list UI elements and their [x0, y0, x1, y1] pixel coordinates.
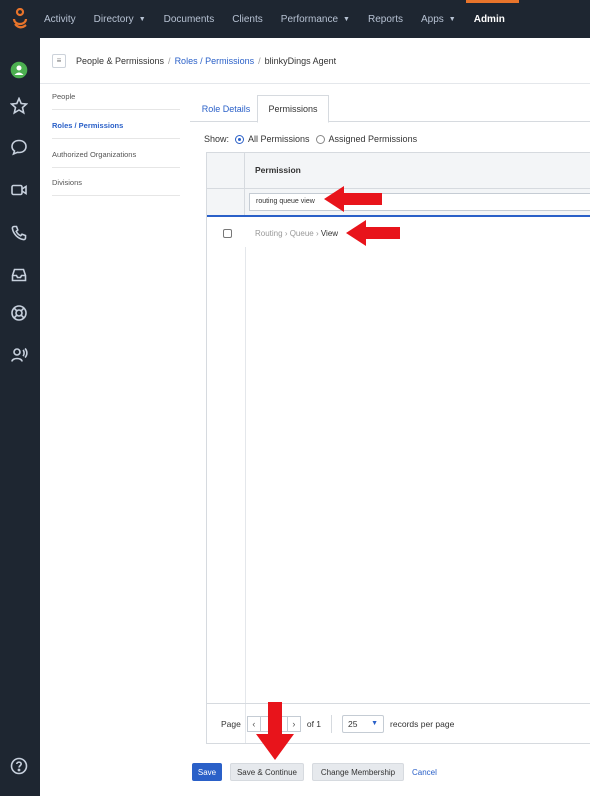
permission-column-header[interactable]: Permission	[255, 165, 301, 175]
arrow-down-icon	[256, 702, 294, 760]
breadcrumb-section: People & Permissions	[76, 55, 165, 66]
permission-domain: Routing	[255, 229, 283, 238]
left-rail	[0, 38, 40, 796]
arrow-left-icon	[346, 220, 400, 246]
voice-user-icon[interactable]	[9, 345, 29, 365]
page-label: Page	[221, 718, 241, 729]
star-icon[interactable]	[9, 96, 29, 116]
nav-performance[interactable]: Performance ▼	[281, 0, 350, 38]
sidebar-item-authorized-organizations[interactable]: Authorized Organizations	[52, 150, 180, 168]
row-checkbox[interactable]	[223, 229, 232, 238]
page-size-select[interactable]: 25 ▼	[342, 714, 385, 733]
permission-entity: Queue	[289, 229, 314, 238]
sidebar-item-people[interactable]: People	[52, 92, 180, 110]
table-header: Permission	[207, 153, 590, 189]
caret-down-icon: ▼	[448, 15, 456, 23]
select-column-header	[207, 153, 245, 189]
chat-icon[interactable]	[9, 137, 29, 157]
show-label: Show:	[204, 134, 230, 144]
genesys-logo-icon[interactable]	[10, 7, 30, 30]
permission-action: View	[320, 229, 339, 238]
column-divider	[245, 247, 246, 743]
tab-permissions[interactable]: Permissions	[257, 95, 329, 123]
all-permissions-radio[interactable]	[235, 134, 245, 144]
pager-divider	[331, 714, 333, 733]
all-permissions-label[interactable]: All Permissions	[248, 134, 310, 144]
breadcrumb: ≡ People & Permissions / Roles / Permiss…	[40, 38, 590, 84]
user-status-icon[interactable]	[9, 60, 29, 80]
tab-role-details[interactable]: Role Details	[196, 95, 256, 122]
caret-down-icon: ▼	[138, 15, 146, 23]
inbox-icon[interactable]	[9, 265, 29, 285]
sidebar-item-roles-permissions[interactable]: Roles / Permissions	[52, 121, 180, 139]
save-and-continue-button[interactable]: Save & Continue	[230, 763, 304, 781]
save-button[interactable]: Save	[192, 763, 222, 781]
help-icon[interactable]	[9, 756, 29, 776]
page-size-value: 25	[348, 718, 358, 729]
top-nav: Activity Directory ▼ Documents Clients Pe…	[0, 0, 590, 38]
nav-documents[interactable]: Documents	[164, 0, 215, 38]
change-membership-button[interactable]: Change Membership	[312, 763, 404, 781]
permission-filter-input[interactable]: routing queue view	[249, 193, 590, 211]
tab-bar: Role Details Permissions	[190, 90, 590, 123]
sidebar-item-divisions[interactable]: Divisions	[52, 178, 180, 196]
permission-path: Routing › Queue › View	[255, 229, 338, 238]
page-count: of 1	[306, 718, 322, 729]
nav-apps[interactable]: Apps ▼	[421, 0, 456, 38]
cancel-link[interactable]: Cancel	[412, 768, 437, 777]
main-content: Role Details Permissions Show: All Permi…	[190, 84, 590, 796]
phone-icon[interactable]	[9, 223, 29, 243]
page: Activity Directory ▼ Documents Clients Pe…	[0, 0, 590, 796]
breadcrumb-separator: /	[168, 55, 171, 66]
nav-admin[interactable]: Admin	[465, 0, 519, 38]
menu-toggle-button[interactable]: ≡	[52, 53, 66, 68]
show-filter: Show: All Permissions Assigned Permissio…	[204, 134, 417, 144]
life-ring-icon[interactable]	[9, 303, 29, 323]
caret-down-icon: ▼	[343, 15, 350, 23]
filter-row: routing queue view	[207, 189, 590, 217]
nav-clients[interactable]: Clients	[232, 0, 263, 38]
breadcrumb-current: blinkyDings Agent	[264, 55, 337, 66]
action-bar: Save Save & Continue Change Membership C…	[190, 760, 590, 784]
assigned-permissions-radio[interactable]	[315, 134, 325, 144]
assigned-permissions-label[interactable]: Assigned Permissions	[329, 134, 418, 144]
breadcrumb-roles-link[interactable]: Roles / Permissions	[175, 56, 255, 66]
nav-directory[interactable]: Directory ▼	[94, 0, 146, 38]
hamburger-icon: ≡	[56, 56, 62, 65]
nav-reports[interactable]: Reports	[368, 0, 403, 38]
nav-menu: Activity Directory ▼ Documents Clients Pe…	[44, 0, 523, 38]
chevron-down-icon: ▼	[371, 720, 379, 727]
nav-activity[interactable]: Activity	[44, 0, 76, 38]
admin-sidebar: People Roles / Permissions Authorized Or…	[40, 84, 180, 796]
records-per-page-label: records per page	[390, 718, 455, 729]
video-icon[interactable]	[9, 180, 29, 200]
arrow-left-icon	[324, 186, 382, 212]
breadcrumb-separator: /	[258, 55, 261, 66]
filter-cell-empty	[207, 189, 245, 215]
